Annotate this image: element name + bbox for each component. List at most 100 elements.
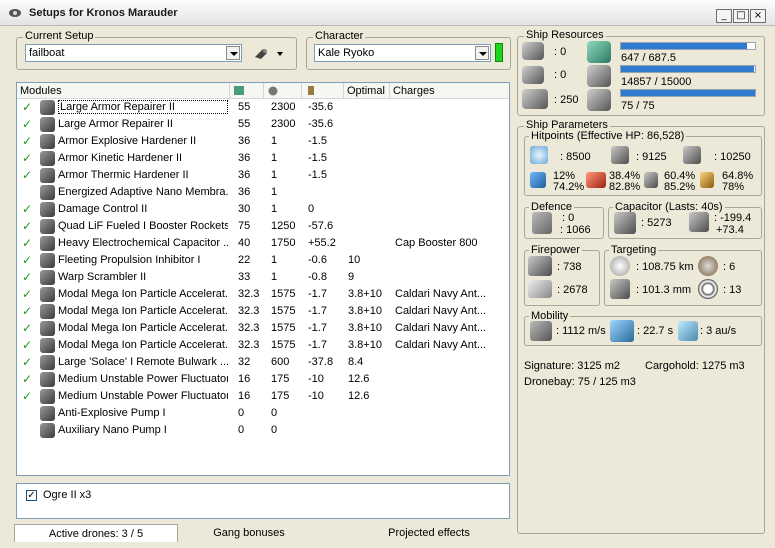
module-cap: -1.7: [308, 339, 327, 351]
module-checkbox[interactable]: ✓: [22, 321, 32, 335]
drones-list[interactable]: ✓ Ogre II x3: [16, 483, 510, 519]
table-row[interactable]: ✓ Medium Unstable Power Fluctuator I 16 175…: [17, 388, 509, 405]
module-icon: [40, 321, 55, 336]
module-checkbox[interactable]: ✓: [22, 236, 32, 250]
mobility-speed: : 1112 m/s: [556, 325, 606, 337]
module-checkbox[interactable]: ✓: [22, 219, 32, 233]
cpu-icon: [234, 86, 244, 95]
firepower-turret: : 738: [557, 261, 582, 273]
module-icon: [40, 151, 55, 166]
cpu-icon: [587, 41, 611, 63]
module-optimal: 9: [348, 271, 355, 283]
module-checkbox[interactable]: ✓: [22, 134, 32, 148]
table-row[interactable]: ✓ Large Armor Repairer II 55 2300 -35.6: [17, 99, 509, 116]
maximize-button[interactable]: □: [733, 9, 749, 23]
module-checkbox[interactable]: ✓: [22, 168, 32, 182]
module-icon: [40, 270, 55, 285]
capacitor-delta-a: : -199.4: [714, 212, 752, 224]
module-checkbox[interactable]: ✓: [22, 151, 32, 165]
col-optimal[interactable]: Optimal: [344, 83, 390, 99]
table-row[interactable]: ✓ Armor Explosive Hardener II 36 1 -1.5: [17, 133, 509, 150]
chevron-down-icon[interactable]: [475, 46, 489, 60]
table-row[interactable]: ✓ Large Armor Repairer II 55 2300 -35.6: [17, 116, 509, 133]
table-row[interactable]: Anti-Explosive Pump I 0 0: [17, 405, 509, 422]
col-charges[interactable]: Charges: [390, 83, 509, 99]
module-checkbox[interactable]: ✓: [22, 372, 32, 386]
minimize-button[interactable]: _: [716, 9, 732, 23]
chevron-down-icon[interactable]: [226, 46, 240, 60]
table-row[interactable]: ✓ Armor Thermic Hardener II 36 1 -1.5: [17, 167, 509, 184]
armor-hp: : 9125: [636, 151, 667, 163]
module-cpu: 36: [238, 186, 251, 198]
mobility-warp: : 3 au/s: [700, 325, 737, 337]
module-cpu: 75: [238, 220, 251, 232]
module-checkbox[interactable]: ✓: [22, 304, 32, 318]
table-row[interactable]: ✓ Damage Control II 30 1 0: [17, 201, 509, 218]
table-row[interactable]: ✓ Armor Kinetic Hardener II 36 1 -1.5: [17, 150, 509, 167]
setup-menu-button[interactable]: [253, 45, 287, 61]
modules-list[interactable]: Modules Optimal Charges ✓ Large Armor Rep…: [16, 82, 510, 476]
module-cap: -10: [308, 373, 324, 385]
drone-bandwidth-icon: [587, 89, 611, 111]
max-targets: : 6: [723, 261, 736, 273]
module-icon: [40, 168, 55, 183]
col-power[interactable]: [264, 83, 302, 99]
module-cpu: 32: [238, 356, 251, 368]
module-checkbox[interactable]: ✓: [22, 100, 32, 114]
drone-checkbox[interactable]: ✓: [26, 490, 37, 501]
col-cpu[interactable]: [230, 83, 264, 99]
module-checkbox[interactable]: ✓: [22, 338, 32, 352]
table-row[interactable]: ✓ Fleeting Propulsion Inhibitor I 22 1 -0.6 1…: [17, 252, 509, 269]
module-charges: Caldari Navy Ant...: [395, 305, 487, 317]
module-icon: [40, 253, 55, 268]
module-power: 1: [271, 186, 278, 198]
module-cpu: 55: [238, 118, 251, 130]
targeting-range: : 108.75 km: [636, 261, 694, 273]
tab-active-drones[interactable]: Active drones: 3 / 5: [14, 524, 178, 542]
table-row[interactable]: Auxiliary Nano Pump I 0 0: [17, 422, 509, 439]
module-icon: [40, 236, 55, 251]
module-cap: -35.6: [308, 101, 334, 113]
table-row[interactable]: ✓ Medium Unstable Power Fluctuator I 16 175…: [17, 371, 509, 388]
character-select[interactable]: Kale Ryoko: [314, 44, 491, 62]
table-row[interactable]: ✓ Heavy Electrochemical Capacitor ... 40 17…: [17, 235, 509, 252]
table-row[interactable]: Energized Adaptive Nano Membra... 36 1: [17, 184, 509, 201]
shield-hp: : 8500: [560, 151, 591, 163]
module-checkbox[interactable]: ✓: [22, 253, 32, 267]
col-cap[interactable]: [302, 83, 344, 99]
module-checkbox[interactable]: ✓: [22, 389, 32, 403]
table-row[interactable]: ✓ Modal Mega Ion Particle Accelerat... 32.…: [17, 286, 509, 303]
tab-gang-bonuses[interactable]: Gang bonuses: [184, 524, 314, 542]
scan-resolution-icon: [610, 279, 630, 299]
module-optimal: 10: [348, 254, 361, 266]
table-row[interactable]: ✓ Warp Scrambler II 33 1 -0.8 9: [17, 269, 509, 286]
module-checkbox[interactable]: ✓: [22, 117, 32, 131]
module-cap: -35.6: [308, 118, 334, 130]
table-row[interactable]: ✓ Modal Mega Ion Particle Accelerat... 32.…: [17, 320, 509, 337]
table-row[interactable]: ✓ Large 'Solace' I Remote Bulwark ... 32 60…: [17, 354, 509, 371]
module-cap: +55.2: [308, 237, 336, 249]
module-power: 2300: [271, 101, 296, 113]
module-icon: [40, 185, 55, 200]
module-optimal: 8.4: [348, 356, 364, 368]
table-row[interactable]: ✓ Quad LiF Fueled I Booster Rockets 75 1250…: [17, 218, 509, 235]
explosive-resist-icon: [700, 172, 714, 188]
drone-item[interactable]: Ogre II x3: [43, 489, 91, 501]
close-button[interactable]: ×: [750, 9, 766, 23]
module-checkbox[interactable]: ✓: [22, 287, 32, 301]
module-checkbox[interactable]: ✓: [22, 355, 32, 369]
col-modules[interactable]: Modules: [17, 83, 230, 99]
app-icon: [8, 7, 22, 19]
tab-projected-effects[interactable]: Projected effects: [354, 524, 504, 542]
signature-radius: Signature: 3125 m2: [524, 360, 621, 372]
module-checkbox[interactable]: ✓: [22, 202, 32, 216]
module-cap: -1.5: [308, 152, 327, 164]
module-checkbox[interactable]: ✓: [22, 270, 32, 284]
table-row[interactable]: ✓ Modal Mega Ion Particle Accelerat... 32.…: [17, 337, 509, 354]
velocity-icon: [530, 321, 552, 341]
module-cpu: 32.3: [238, 322, 260, 334]
setup-select[interactable]: failboat: [25, 44, 242, 62]
module-cap: -1.5: [308, 169, 327, 181]
module-power: 1: [271, 169, 278, 181]
table-row[interactable]: ✓ Modal Mega Ion Particle Accelerat... 32.…: [17, 303, 509, 320]
